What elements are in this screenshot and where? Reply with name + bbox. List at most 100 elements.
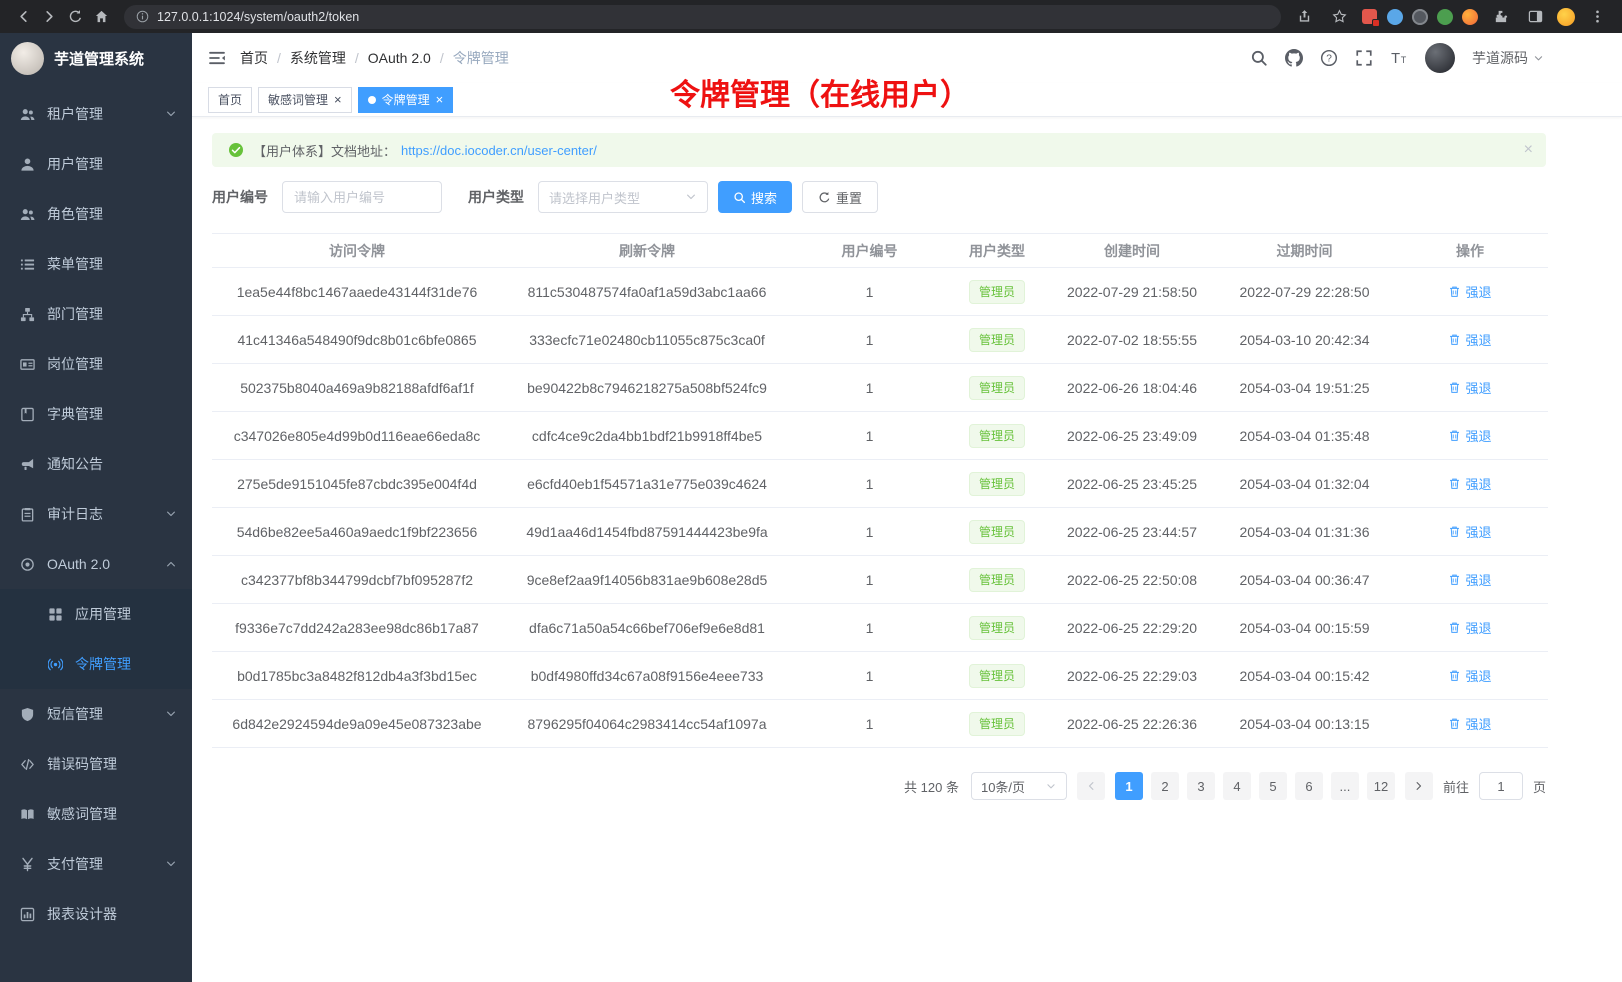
sidebar-item-post[interactable]: 岗位管理 xyxy=(0,339,192,389)
fullscreen-icon[interactable] xyxy=(1355,49,1373,67)
access-token-cell: 41c41346a548490f9dc8b01c6bfe0865 xyxy=(212,316,502,364)
breadcrumb-system[interactable]: 系统管理 xyxy=(290,48,368,68)
force-logout-button[interactable]: 强退 xyxy=(1448,714,1491,733)
force-logout-button[interactable]: 强退 xyxy=(1448,282,1491,301)
sidebar-item-pay[interactable]: 支付管理 xyxy=(0,839,192,889)
sidebar-item-oauth2[interactable]: OAuth 2.0 xyxy=(0,539,192,589)
sidebar-item-oauth2-app[interactable]: 应用管理 xyxy=(0,589,192,639)
extension-icon-orange[interactable] xyxy=(1462,9,1478,25)
search-button[interactable]: 搜索 xyxy=(718,181,792,213)
browser-back-button[interactable] xyxy=(10,4,36,30)
force-logout-button[interactable]: 强退 xyxy=(1448,570,1491,589)
user-type-label: 用户类型 xyxy=(468,187,524,207)
share-icon[interactable] xyxy=(1291,4,1317,30)
page-button-6[interactable]: 6 xyxy=(1295,772,1323,800)
extensions-puzzle-icon[interactable] xyxy=(1487,4,1513,30)
active-tab-dot xyxy=(368,96,376,104)
extension-icon-green[interactable] xyxy=(1437,9,1453,25)
font-size-icon[interactable] xyxy=(1390,49,1408,67)
page-button-2[interactable]: 2 xyxy=(1151,772,1179,800)
page-button-1[interactable]: 1 xyxy=(1115,772,1143,800)
user-type-cell: 管理员 xyxy=(947,364,1047,412)
sidebar-item-dict[interactable]: 字典管理 xyxy=(0,389,192,439)
search-icon[interactable] xyxy=(1250,49,1268,67)
reset-button[interactable]: 重置 xyxy=(802,181,878,213)
close-icon[interactable]: × xyxy=(436,93,444,106)
user-avatar[interactable] xyxy=(1425,43,1455,73)
sidebar-item-audit-log[interactable]: 审计日志 xyxy=(0,489,192,539)
sidebar-item-sms[interactable]: 短信管理 xyxy=(0,689,192,739)
breadcrumb-oauth2[interactable]: OAuth 2.0 xyxy=(368,50,453,66)
sidebar-item-menu[interactable]: 菜单管理 xyxy=(0,239,192,289)
tab-sensitive-word[interactable]: 敏感词管理 × xyxy=(258,87,352,113)
force-logout-button[interactable]: 强退 xyxy=(1448,618,1491,637)
sidebar-item-tenant[interactable]: 租户管理 xyxy=(0,89,192,139)
page-size-select[interactable]: 10条/页 xyxy=(971,772,1067,800)
token-table: 访问令牌 刷新令牌 用户编号 用户类型 创建时间 过期时间 操作 1ea5e44… xyxy=(212,233,1548,748)
extension-icon-dark[interactable] xyxy=(1412,9,1428,25)
page-button-12[interactable]: 12 xyxy=(1367,772,1395,800)
goto-page-input[interactable] xyxy=(1479,772,1523,800)
breadcrumb-home[interactable]: 首页 xyxy=(240,48,290,68)
extension-icon-blue[interactable] xyxy=(1387,9,1403,25)
close-icon[interactable]: × xyxy=(334,93,342,106)
user-type-select[interactable]: 请选择用户类型 xyxy=(538,181,708,213)
page-button-4[interactable]: 4 xyxy=(1223,772,1251,800)
trash-icon xyxy=(1448,285,1461,298)
browser-profile-avatar[interactable] xyxy=(1557,8,1575,26)
extension-icon-badged[interactable] xyxy=(1361,8,1378,25)
sidebar-item-role[interactable]: 角色管理 xyxy=(0,189,192,239)
force-logout-button[interactable]: 强退 xyxy=(1448,330,1491,349)
sidebar-item-oauth2-token[interactable]: 令牌管理 xyxy=(0,639,192,689)
sidebar-item-dept[interactable]: 部门管理 xyxy=(0,289,192,339)
app-logo[interactable]: 芋道管理系统 xyxy=(0,33,192,83)
site-info-icon[interactable] xyxy=(136,10,149,23)
user-id-input[interactable] xyxy=(282,181,442,213)
chevron-down-icon xyxy=(165,108,177,120)
force-logout-button[interactable]: 强退 xyxy=(1448,378,1491,397)
tab-home[interactable]: 首页 xyxy=(208,87,252,113)
sidebar-item-report-designer[interactable]: 报表设计器 xyxy=(0,889,192,939)
force-logout-button[interactable]: 强退 xyxy=(1448,522,1491,541)
browser-menu-icon[interactable] xyxy=(1584,4,1610,30)
next-page-button[interactable] xyxy=(1405,772,1433,800)
browser-forward-button[interactable] xyxy=(36,4,62,30)
trash-icon xyxy=(1448,477,1461,490)
sidebar-item-notice[interactable]: 通知公告 xyxy=(0,439,192,489)
force-logout-button[interactable]: 强退 xyxy=(1448,426,1491,445)
table-row: c347026e805e4d99b0d116eae66eda8ccdfc4ce9… xyxy=(212,412,1548,460)
user-type-badge: 管理员 xyxy=(969,664,1025,688)
page-ellipsis[interactable]: ... xyxy=(1331,772,1359,800)
side-panel-icon[interactable] xyxy=(1522,4,1548,30)
access-token-cell: 6d842e2924594de9a09e45e087323abe xyxy=(212,700,502,748)
id-card-icon xyxy=(20,357,35,372)
sidebar-collapse-button[interactable] xyxy=(208,49,226,67)
prev-page-button[interactable] xyxy=(1077,772,1105,800)
shield-icon xyxy=(20,707,35,722)
username: 芋道源码 xyxy=(1472,48,1528,68)
browser-address-bar[interactable]: 127.0.0.1:1024/system/oauth2/token xyxy=(124,5,1281,29)
breadcrumb: 首页 系统管理 OAuth 2.0 令牌管理 xyxy=(240,48,509,68)
force-logout-button[interactable]: 强退 xyxy=(1448,474,1491,493)
sidebar-item-sensitive-word[interactable]: 敏感词管理 xyxy=(0,789,192,839)
github-icon[interactable] xyxy=(1285,49,1303,67)
browser-reload-button[interactable] xyxy=(62,4,88,30)
user-icon xyxy=(20,157,35,172)
browser-home-button[interactable] xyxy=(88,4,114,30)
access-token-cell: 502375b8040a469a9b82188afdf6af1f xyxy=(212,364,502,412)
col-created-time: 创建时间 xyxy=(1047,234,1217,268)
alert-close-icon[interactable]: × xyxy=(1524,142,1533,158)
tab-token[interactable]: 令牌管理 × xyxy=(358,87,454,113)
sidebar-item-error-code[interactable]: 错误码管理 xyxy=(0,739,192,789)
doc-link[interactable]: https://doc.iocoder.cn/user-center/ xyxy=(401,143,597,158)
sidebar-item-label: 岗位管理 xyxy=(47,354,177,374)
page-button-5[interactable]: 5 xyxy=(1259,772,1287,800)
user-menu[interactable]: 芋道源码 xyxy=(1472,48,1544,68)
sidebar-item-user[interactable]: 用户管理 xyxy=(0,139,192,189)
force-logout-button[interactable]: 强退 xyxy=(1448,666,1491,685)
tab-label: 敏感词管理 xyxy=(268,91,328,108)
page-button-3[interactable]: 3 xyxy=(1187,772,1215,800)
main-area: 令牌管理（在线用户） 首页 系统管理 OAuth 2.0 令牌管理 xyxy=(192,33,1622,982)
bookmark-star-icon[interactable] xyxy=(1326,4,1352,30)
help-icon[interactable] xyxy=(1320,49,1338,67)
